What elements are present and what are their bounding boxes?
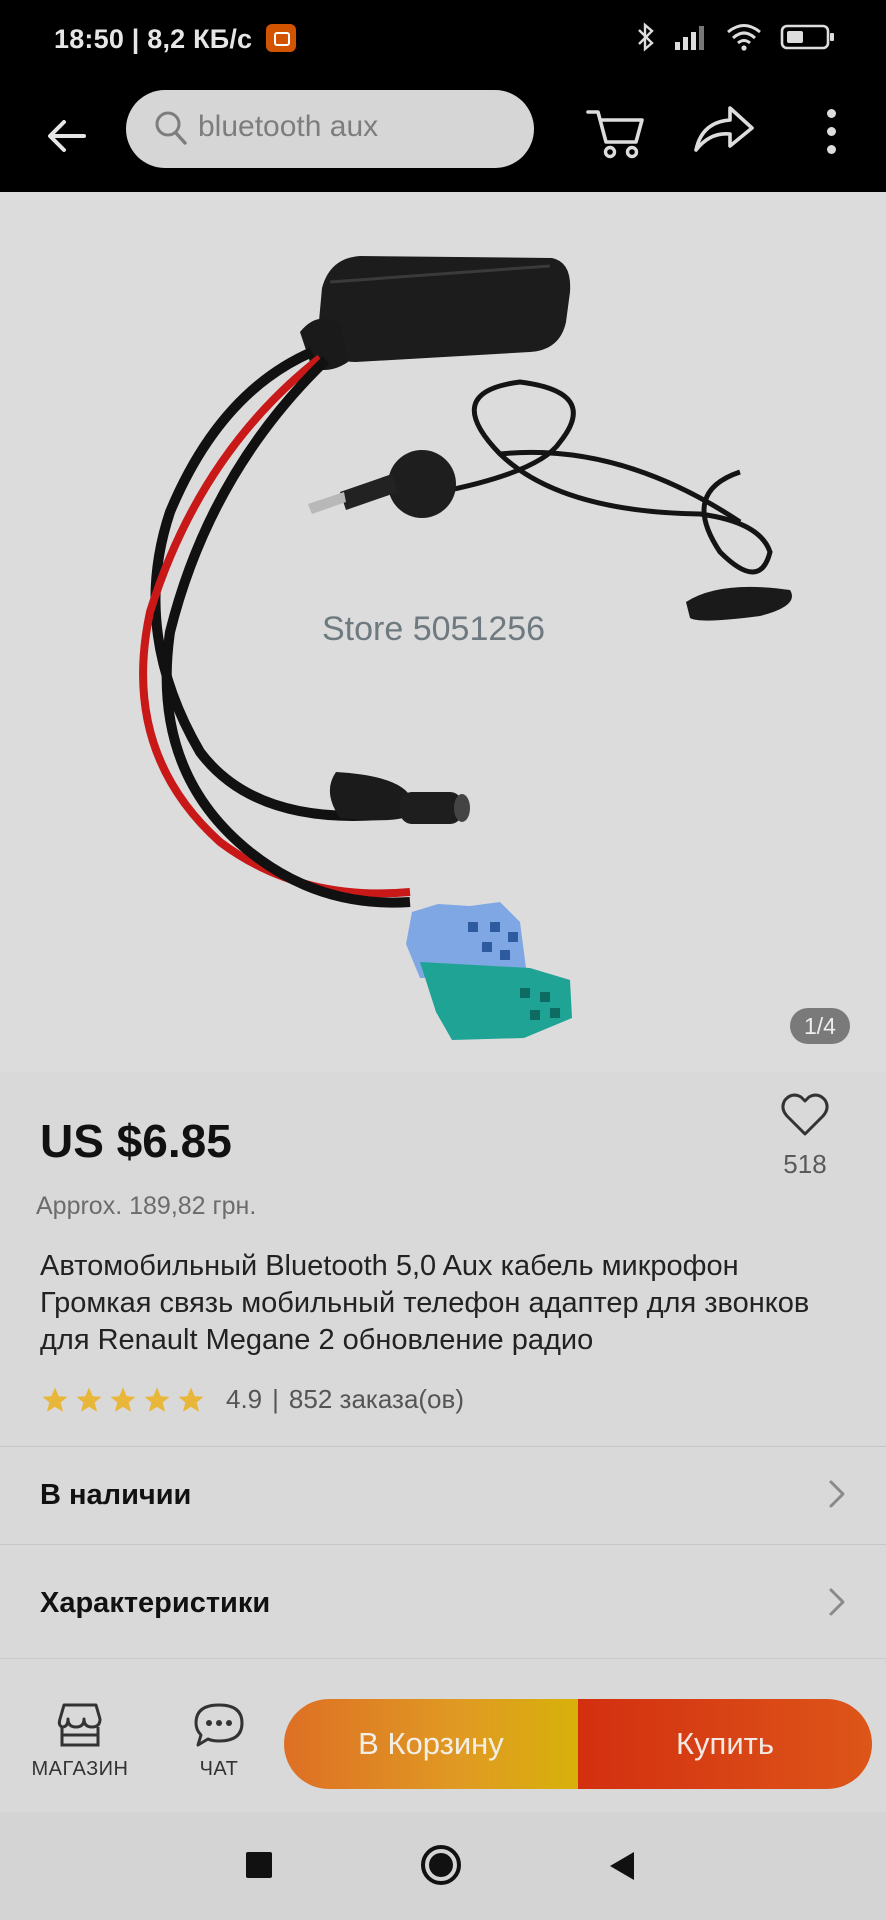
chevron-right-icon <box>829 1480 845 1508</box>
status-bar: 18:50 | 8,2 КБ/с <box>0 0 886 82</box>
search-query-text: bluetooth aux <box>198 110 379 143</box>
recent-apps-button[interactable] <box>246 1852 272 1878</box>
approx-price: Approx. 189,82 грн. <box>36 1192 257 1220</box>
star-icon <box>110 1387 136 1412</box>
image-counter: 1/4 <box>790 1008 850 1044</box>
back-button[interactable] <box>36 106 96 166</box>
battery-icon <box>780 24 834 50</box>
product-image-gallery[interactable]: Store 5051256 1/4 <box>0 192 886 1072</box>
status-separator: | <box>131 24 140 54</box>
favorite-button[interactable]: 518 <box>770 1092 840 1192</box>
product-price: US $6.85 <box>40 1115 232 1167</box>
cart-icon <box>586 110 644 159</box>
star-icon <box>178 1387 204 1412</box>
rating-value: 4.9 <box>226 1384 263 1414</box>
search-bar[interactable]: bluetooth aux <box>126 90 534 168</box>
back-arrow-icon <box>48 120 86 152</box>
cart-button[interactable] <box>582 98 648 164</box>
store-button[interactable]: МАГАЗИН <box>20 1701 140 1801</box>
share-button[interactable] <box>690 98 756 164</box>
chat-icon <box>194 1703 244 1747</box>
bluetooth-icon <box>638 22 654 52</box>
favorite-count: 518 <box>783 1149 827 1179</box>
bottom-action-bar: МАГАЗИН ЧАТ В Корзину Купить <box>0 1658 886 1813</box>
status-time: 18:50 <box>54 24 125 54</box>
search-icon <box>155 111 187 145</box>
product-rating[interactable]: 4.9 | 852 заказа(ов) <box>40 1384 464 1415</box>
star-icon <box>76 1387 102 1412</box>
chat-label: ЧАТ <box>199 1758 239 1780</box>
store-watermark: Store 5051256 <box>322 610 546 648</box>
buy-now-button[interactable]: Купить <box>578 1699 872 1789</box>
system-back-button[interactable] <box>608 1850 636 1882</box>
share-icon <box>694 106 754 152</box>
wifi-icon <box>727 24 761 51</box>
top-app-bar: bluetooth aux <box>0 82 886 192</box>
store-label: МАГАЗИН <box>31 1758 129 1780</box>
more-icon <box>826 108 836 118</box>
store-icon <box>57 1703 102 1747</box>
availability-label: В наличии <box>40 1479 192 1511</box>
status-icons <box>636 22 836 52</box>
network-speed: 8,2 КБ/с <box>147 24 253 54</box>
signal-icon <box>675 26 704 50</box>
mi-notification-icon <box>265 23 296 52</box>
rating-stars <box>40 1385 206 1415</box>
orders-count: 852 заказа(ов) <box>288 1384 464 1414</box>
add-to-cart-button[interactable]: В Корзину <box>284 1699 578 1789</box>
chevron-right-icon <box>829 1588 845 1616</box>
more-options-button[interactable] <box>806 98 856 164</box>
heart-icon <box>781 1093 829 1136</box>
chat-button[interactable]: ЧАТ <box>164 1701 274 1801</box>
product-title: Автомобильный Bluetooth 5,0 Aux кабель м… <box>40 1250 810 1356</box>
home-button[interactable] <box>420 1844 462 1886</box>
system-nav-bar <box>0 1812 886 1920</box>
star-icon <box>42 1387 68 1412</box>
status-time-speed: 18:50 | 8,2 КБ/с <box>54 23 296 55</box>
specs-label: Характеристики <box>40 1587 271 1619</box>
star-icon <box>144 1387 170 1412</box>
availability-row[interactable]: В наличии <box>0 1446 886 1543</box>
specs-row[interactable]: Характеристики <box>0 1544 886 1657</box>
rating-separator: | <box>272 1384 279 1414</box>
